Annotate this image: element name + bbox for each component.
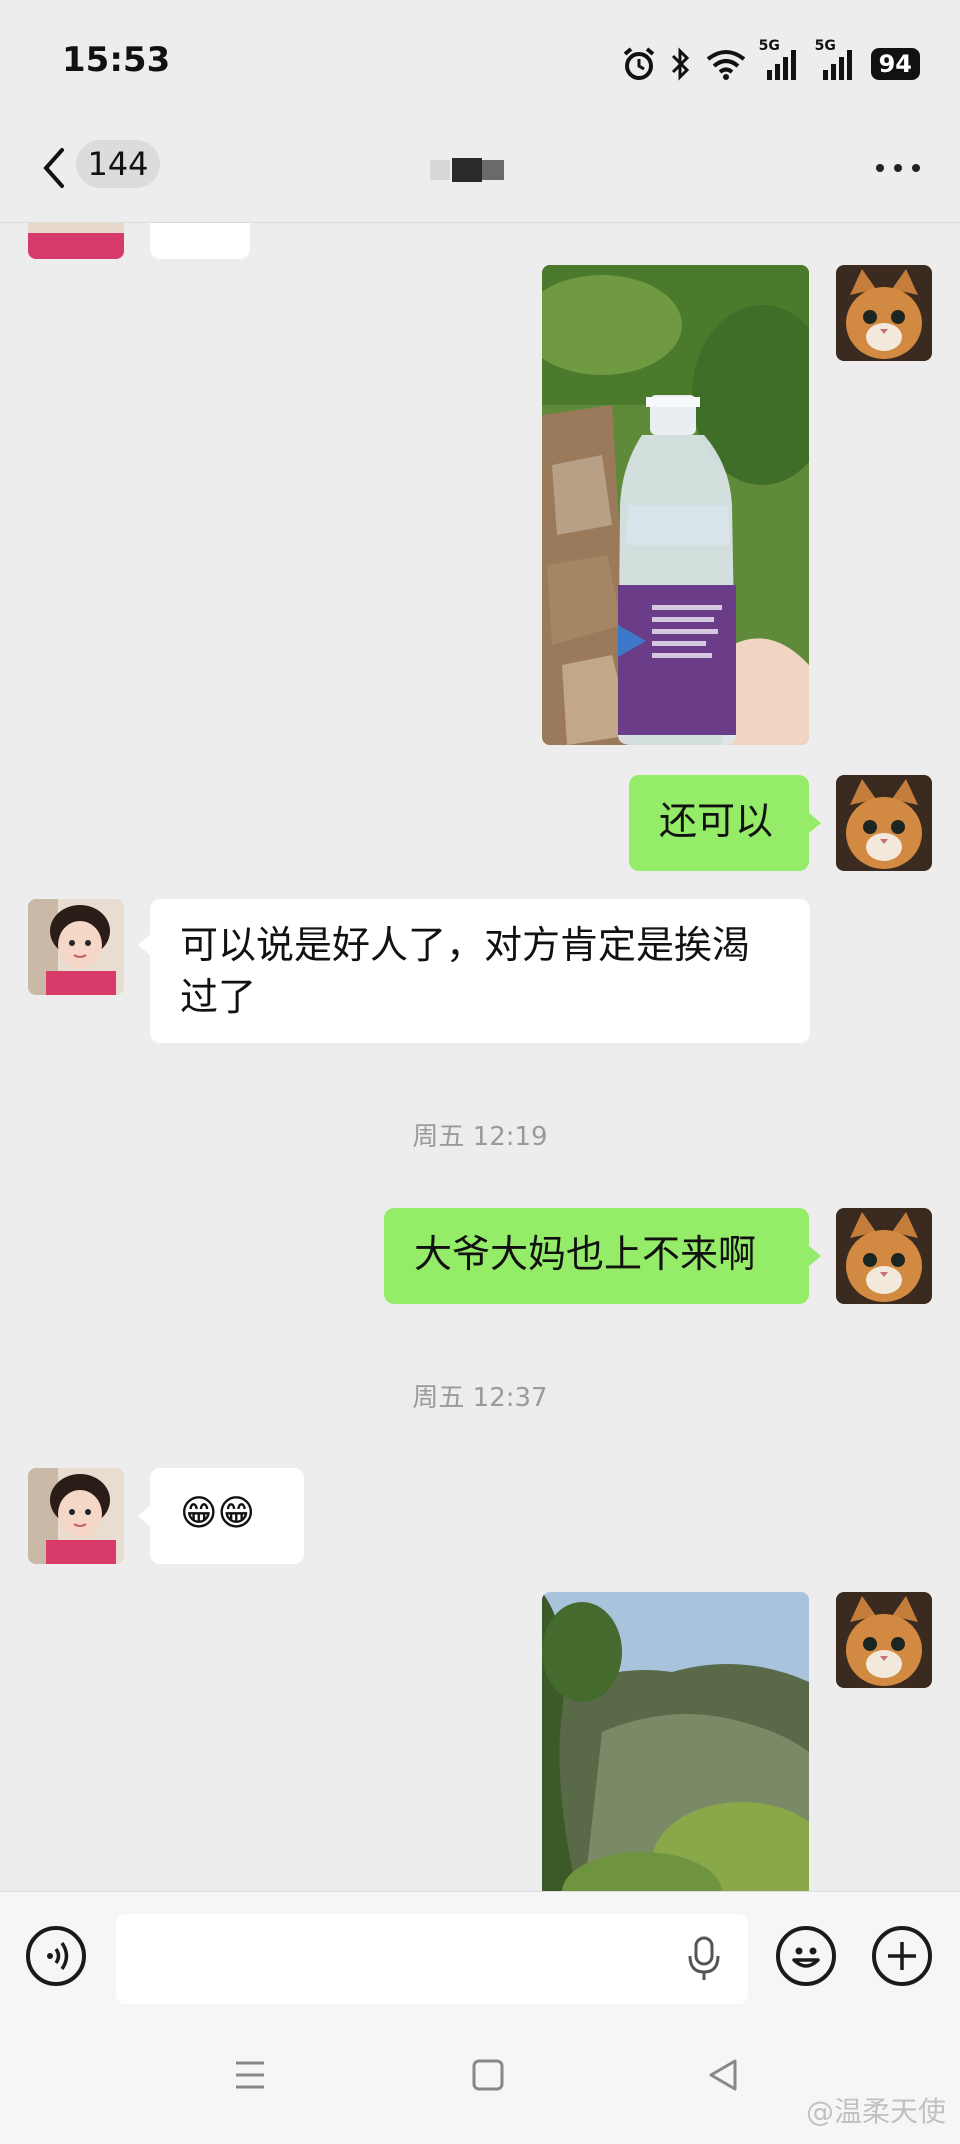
message-list[interactable]: 还可以 可以说是好人了，对方肯定是挨渴过了 周五 12:19 大爷大妈也上不来啊… (0, 223, 960, 1891)
message-input[interactable] (116, 1914, 748, 2004)
more-dot-icon (894, 164, 902, 172)
more-functions-button[interactable] (872, 1926, 932, 1986)
message-bubble-partial[interactable] (150, 223, 250, 259)
sent-photo-water-bottle[interactable] (542, 265, 809, 745)
sent-photo-mountain[interactable] (542, 1592, 809, 1891)
home-icon[interactable] (470, 2057, 506, 2093)
watermark-text: @温柔天使 (805, 2095, 946, 2128)
plus-icon (888, 1942, 916, 1970)
sent-message-bubble[interactable]: 大爷大妈也上不来啊 (384, 1208, 809, 1304)
friend-avatar[interactable] (28, 1468, 124, 1564)
signal-icon-2: 5G (815, 38, 859, 84)
status-bar: 15:53 5G 5G 94 (0, 0, 960, 120)
my-avatar-cat[interactable] (836, 775, 932, 871)
status-time: 15:53 (62, 40, 171, 80)
my-avatar-cat[interactable] (836, 265, 932, 361)
chat-header: 144 (0, 120, 960, 223)
voice-wave-icon (47, 1942, 69, 1970)
bubble-tail (809, 1246, 821, 1266)
wifi-icon (706, 50, 745, 80)
network-label-1: 5G (758, 38, 780, 54)
emoji-button[interactable] (776, 1926, 836, 1986)
bluetooth-icon (671, 47, 689, 81)
smiley-icon (792, 1947, 820, 1968)
my-avatar-cat[interactable] (836, 1208, 932, 1304)
menu-icon[interactable] (232, 2057, 268, 2093)
bubble-tail (809, 813, 821, 833)
signal-icon-1: 5G (759, 38, 803, 84)
friend-avatar[interactable] (28, 223, 124, 259)
microphone-icon[interactable] (686, 1936, 722, 1982)
chat-input-bar (0, 1891, 960, 2012)
back-triangle-icon[interactable] (705, 2057, 741, 2093)
my-avatar-cat[interactable] (836, 1592, 932, 1688)
battery-indicator: 94 (870, 48, 920, 80)
received-emoji-bubble[interactable]: 😁😁 (150, 1468, 304, 1564)
system-navigation-bar: @温柔天使 (0, 2011, 960, 2144)
network-label-2: 5G (814, 38, 836, 54)
alarm-icon (623, 47, 654, 80)
sent-message-bubble[interactable]: 还可以 (629, 775, 809, 871)
voice-toggle-button[interactable] (26, 1926, 86, 1986)
bubble-tail (138, 1506, 150, 1526)
back-arrow-icon[interactable] (36, 144, 76, 192)
status-icons: 5G 5G 94 (621, 38, 920, 84)
more-dot-icon (876, 164, 884, 172)
more-options-button[interactable] (876, 164, 920, 176)
unread-count-badge[interactable]: 144 (76, 140, 160, 188)
timestamp: 周五 12:37 (412, 1383, 548, 1413)
received-message-bubble[interactable]: 可以说是好人了，对方肯定是挨渴过了 (150, 899, 810, 1043)
more-dot-icon (912, 164, 920, 172)
bubble-tail (138, 935, 150, 955)
timestamp: 周五 12:19 (412, 1122, 548, 1152)
chat-title-obscured (430, 158, 506, 182)
friend-avatar[interactable] (28, 899, 124, 995)
